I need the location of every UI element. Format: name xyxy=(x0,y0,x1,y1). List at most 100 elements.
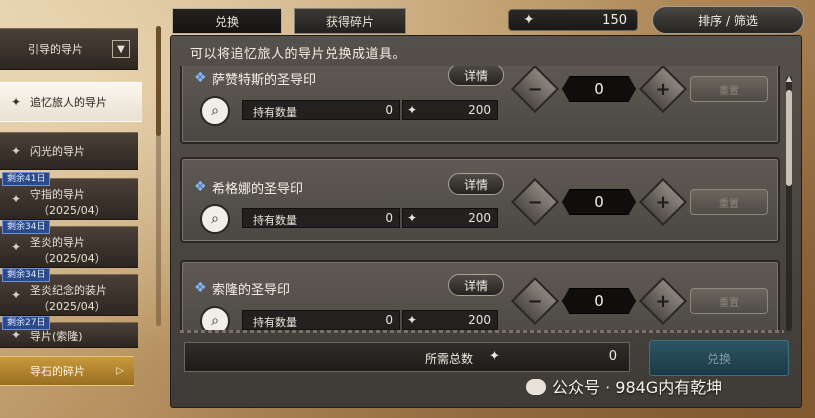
remaining-days-badge: 剩余27日 xyxy=(2,316,51,330)
reset-button[interactable]: 重置 xyxy=(690,189,768,215)
minus-icon: − xyxy=(527,290,543,312)
list-scrollbar[interactable]: ▲ xyxy=(784,74,794,331)
decrease-button[interactable]: − xyxy=(510,177,560,227)
sidebar-item-shining[interactable]: ✦ 闪光的导片 xyxy=(0,132,138,170)
detail-button[interactable]: 详情 xyxy=(448,274,504,296)
owned-label: 持有数量 xyxy=(253,316,297,329)
item-name: 萨赞特斯的圣导印 xyxy=(212,73,317,88)
watermark-text: 公众号 · 984G内有乾坤 xyxy=(552,378,723,397)
panel-description: 可以将追忆旅人的导片兑换成道具。 xyxy=(190,47,407,62)
chevron-down-icon[interactable]: ▼ xyxy=(112,40,130,58)
tab-obtain-shards[interactable]: 获得碎片 xyxy=(294,8,406,34)
plus-icon: + xyxy=(655,290,671,312)
exchange-button[interactable]: 兑换 xyxy=(649,340,789,376)
quantity-stepper: − 0 + 重置 xyxy=(510,66,774,114)
quantity-stepper: − 0 + 重置 xyxy=(510,177,774,227)
currency-display: ✦ 150 xyxy=(508,9,638,31)
arrow-right-icon: ▷ xyxy=(116,365,124,377)
shard-currency-icon: ✦ xyxy=(523,12,535,28)
total-bar: 所需总数 ✦ 0 xyxy=(184,342,630,372)
remaining-days-badge: 剩余41日 xyxy=(2,172,51,186)
reset-button[interactable]: 重置 xyxy=(690,288,768,314)
sidebar-item-traveler[interactable]: ✦ 追忆旅人的导片 xyxy=(0,82,142,122)
shard-icon: ✦ xyxy=(11,144,22,158)
owned-value: 0 xyxy=(385,313,393,327)
scroll-thumb[interactable] xyxy=(156,26,161,136)
sidebar-item-guide[interactable]: 引导的导片 ▼ xyxy=(0,28,138,70)
shard-icon: ✦ xyxy=(11,95,22,109)
sidebar-item-label: 导片(索隆) xyxy=(30,330,83,343)
scroll-up-icon[interactable]: ▲ xyxy=(784,74,794,83)
minus-icon: − xyxy=(527,191,543,213)
cost-value: 200 xyxy=(468,313,491,327)
increase-button[interactable]: + xyxy=(638,276,688,326)
shard-icon: ✦ xyxy=(11,240,22,254)
magnifier-icon[interactable]: ⌕ xyxy=(200,96,230,126)
sidebar: 引导的导片 ▼ ✦ 追忆旅人的导片 ✦ 闪光的导片 剩余41日 ✦ 守指的导片 （… xyxy=(0,0,165,418)
plus-icon: + xyxy=(655,78,671,100)
sidebar-item-label: 引导的导片 xyxy=(28,43,83,56)
total-label: 所需总数 xyxy=(425,352,474,366)
tab-exchange[interactable]: 兑换 xyxy=(172,8,282,34)
sidebar-item-guard[interactable]: 剩余41日 ✦ 守指的导片 （2025/04） xyxy=(0,172,138,220)
owned-value: 0 xyxy=(385,211,393,225)
cost: ✦ 200 xyxy=(402,310,498,330)
watermark: 公众号 · 984G内有乾坤 xyxy=(526,374,722,398)
owned-label: 持有数量 xyxy=(253,106,297,119)
sidebar-item-label: 守指的导片 xyxy=(30,188,85,201)
plus-icon: + xyxy=(655,191,671,213)
increase-button[interactable]: + xyxy=(638,66,688,114)
reset-button[interactable]: 重置 xyxy=(690,76,768,102)
minus-icon: − xyxy=(527,78,543,100)
decrease-button[interactable]: − xyxy=(510,276,560,326)
item-list: ❖ 萨赞特斯的圣导印 详情 ⌕ 持有数量 0 ✦ 200 − 0 + 重置 ❖ … xyxy=(180,66,784,330)
sort-filter-button[interactable]: 排序 / 筛选 xyxy=(652,6,804,34)
cost-value: 200 xyxy=(468,211,491,225)
list-item: ❖ 希格娜的圣导印 详情 ⌕ 持有数量 0 ✦ 200 − 0 + 重置 xyxy=(180,157,780,243)
item-name: 希格娜的圣导印 xyxy=(212,182,304,197)
owned-label: 持有数量 xyxy=(253,214,297,227)
shard-total-icon: ✦ xyxy=(489,349,500,364)
sidebar-scrollbar[interactable] xyxy=(156,26,161,326)
sidebar-item-holy-flame-memorial[interactable]: 剩余34日 ✦ 圣炎纪念的装片 （2025/04） xyxy=(0,268,138,316)
sidebar-item-label: 圣炎的导片 xyxy=(30,236,85,249)
remaining-days-badge: 剩余34日 xyxy=(2,220,51,234)
shard-cost-icon: ✦ xyxy=(407,211,418,225)
seal-icon: ❖ xyxy=(194,70,207,86)
quantity-value: 0 xyxy=(562,76,636,102)
sidebar-item-label: 追忆旅人的导片 xyxy=(30,96,107,109)
shard-cost-icon: ✦ xyxy=(407,103,418,117)
item-name: 索隆的圣导印 xyxy=(212,283,291,298)
list-item: ❖ 索隆的圣导印 详情 ⌕ 持有数量 0 ✦ 200 − 0 + 重置 xyxy=(180,260,780,330)
sidebar-item-holy-flame[interactable]: 剩余34日 ✦ 圣炎的导片 （2025/04） xyxy=(0,220,138,268)
shard-icon: ✦ xyxy=(11,328,22,342)
scroll-thumb[interactable] xyxy=(786,90,792,186)
shard-icon: ✦ xyxy=(11,288,22,302)
sidebar-item-zoro[interactable]: 剩余27日 ✦ 导片(索隆) xyxy=(0,316,138,348)
quantity-value: 0 xyxy=(562,288,636,314)
cost: ✦ 200 xyxy=(402,208,498,228)
detail-button[interactable]: 详情 xyxy=(448,66,504,86)
sidebar-item-guide-stone-shards[interactable]: 导石的碎片 ▷ xyxy=(0,356,134,386)
owned-count: 持有数量 0 xyxy=(242,208,400,228)
cost: ✦ 200 xyxy=(402,100,498,120)
cost-value: 200 xyxy=(468,103,491,117)
magnifier-icon[interactable]: ⌕ xyxy=(200,204,230,234)
increase-button[interactable]: + xyxy=(638,177,688,227)
list-item: ❖ 萨赞特斯的圣导印 详情 ⌕ 持有数量 0 ✦ 200 − 0 + 重置 xyxy=(180,66,780,144)
sidebar-item-sub: （2025/04） xyxy=(38,252,106,265)
owned-count: 持有数量 0 xyxy=(242,100,400,120)
quantity-value: 0 xyxy=(562,189,636,215)
currency-value: 150 xyxy=(602,13,627,28)
decrease-button[interactable]: − xyxy=(510,66,560,114)
total-value: 0 xyxy=(608,349,617,364)
owned-count: 持有数量 0 xyxy=(242,310,400,330)
sidebar-item-label: 圣炎纪念的装片 xyxy=(30,284,107,297)
quantity-stepper: − 0 + 重置 xyxy=(510,276,774,326)
divider xyxy=(180,330,784,333)
shard-icon: ✦ xyxy=(11,192,22,206)
magnifier-icon[interactable]: ⌕ xyxy=(200,306,230,330)
sidebar-item-sub: （2025/04） xyxy=(38,204,106,217)
wechat-icon xyxy=(526,379,546,395)
detail-button[interactable]: 详情 xyxy=(448,173,504,195)
